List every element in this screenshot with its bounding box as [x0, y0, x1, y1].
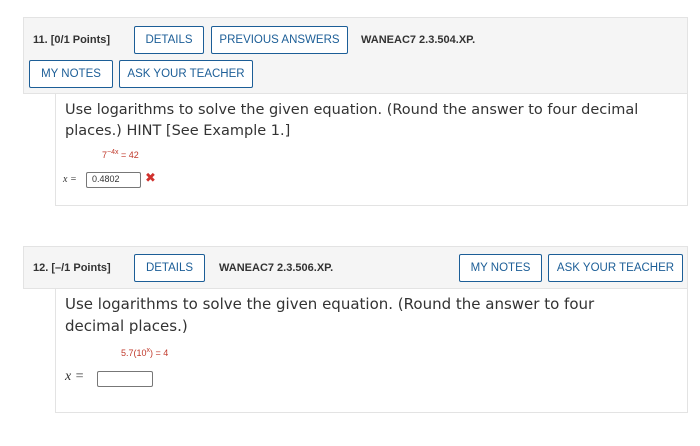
- equation-exponent: −4x: [107, 149, 119, 156]
- my-notes-button[interactable]: MY NOTES: [29, 60, 113, 88]
- equation: 5.7(10x) = 4: [121, 347, 168, 358]
- details-button[interactable]: DETAILS: [134, 254, 205, 282]
- equation-rhs: = 42: [118, 150, 139, 160]
- question-prompt: Use logarithms to solve the given equati…: [65, 100, 685, 142]
- answer-input[interactable]: [97, 371, 153, 387]
- question-11-header: 11. [0/1 Points] DETAILS PREVIOUS ANSWER…: [23, 17, 688, 94]
- my-notes-button[interactable]: MY NOTES: [459, 254, 542, 282]
- details-button[interactable]: DETAILS: [134, 26, 204, 54]
- question-code: WANEAC7 2.3.506.XP.: [219, 262, 334, 274]
- answer-input[interactable]: 0.4802: [86, 172, 141, 188]
- ask-your-teacher-button[interactable]: ASK YOUR TEACHER: [119, 60, 253, 88]
- question-number-label: 11. [0/1 Points]: [33, 34, 111, 46]
- prompt-line-2: decimal places.): [65, 317, 188, 335]
- ask-your-teacher-button[interactable]: ASK YOUR TEACHER: [548, 254, 683, 282]
- prompt-line-1: Use logarithms to solve the given equati…: [65, 102, 639, 118]
- prompt-line-2: places.) HINT [See Example 1.]: [65, 123, 291, 139]
- question-code: WANEAC7 2.3.504.XP.: [361, 34, 476, 46]
- answer-label: x =: [63, 174, 77, 185]
- prompt-line-1: Use logarithms to solve the given equati…: [65, 295, 595, 313]
- question-12-body: Use logarithms to solve the given equati…: [55, 289, 688, 413]
- question-12-header: 12. [–/1 Points] DETAILS WANEAC7 2.3.506…: [23, 246, 688, 289]
- question-prompt: Use logarithms to solve the given equati…: [65, 293, 685, 337]
- equation-post: ) = 4: [150, 348, 169, 358]
- incorrect-x-icon: ✖: [145, 171, 156, 186]
- question-11-body: Use logarithms to solve the given equati…: [55, 94, 688, 206]
- question-number-label: 12. [–/1 Points]: [33, 262, 111, 274]
- previous-answers-button[interactable]: PREVIOUS ANSWERS: [211, 26, 348, 54]
- equation-pre: 5.7(10: [121, 348, 147, 358]
- equation: 7−4x = 42: [102, 149, 139, 160]
- answer-label: x =: [65, 369, 85, 384]
